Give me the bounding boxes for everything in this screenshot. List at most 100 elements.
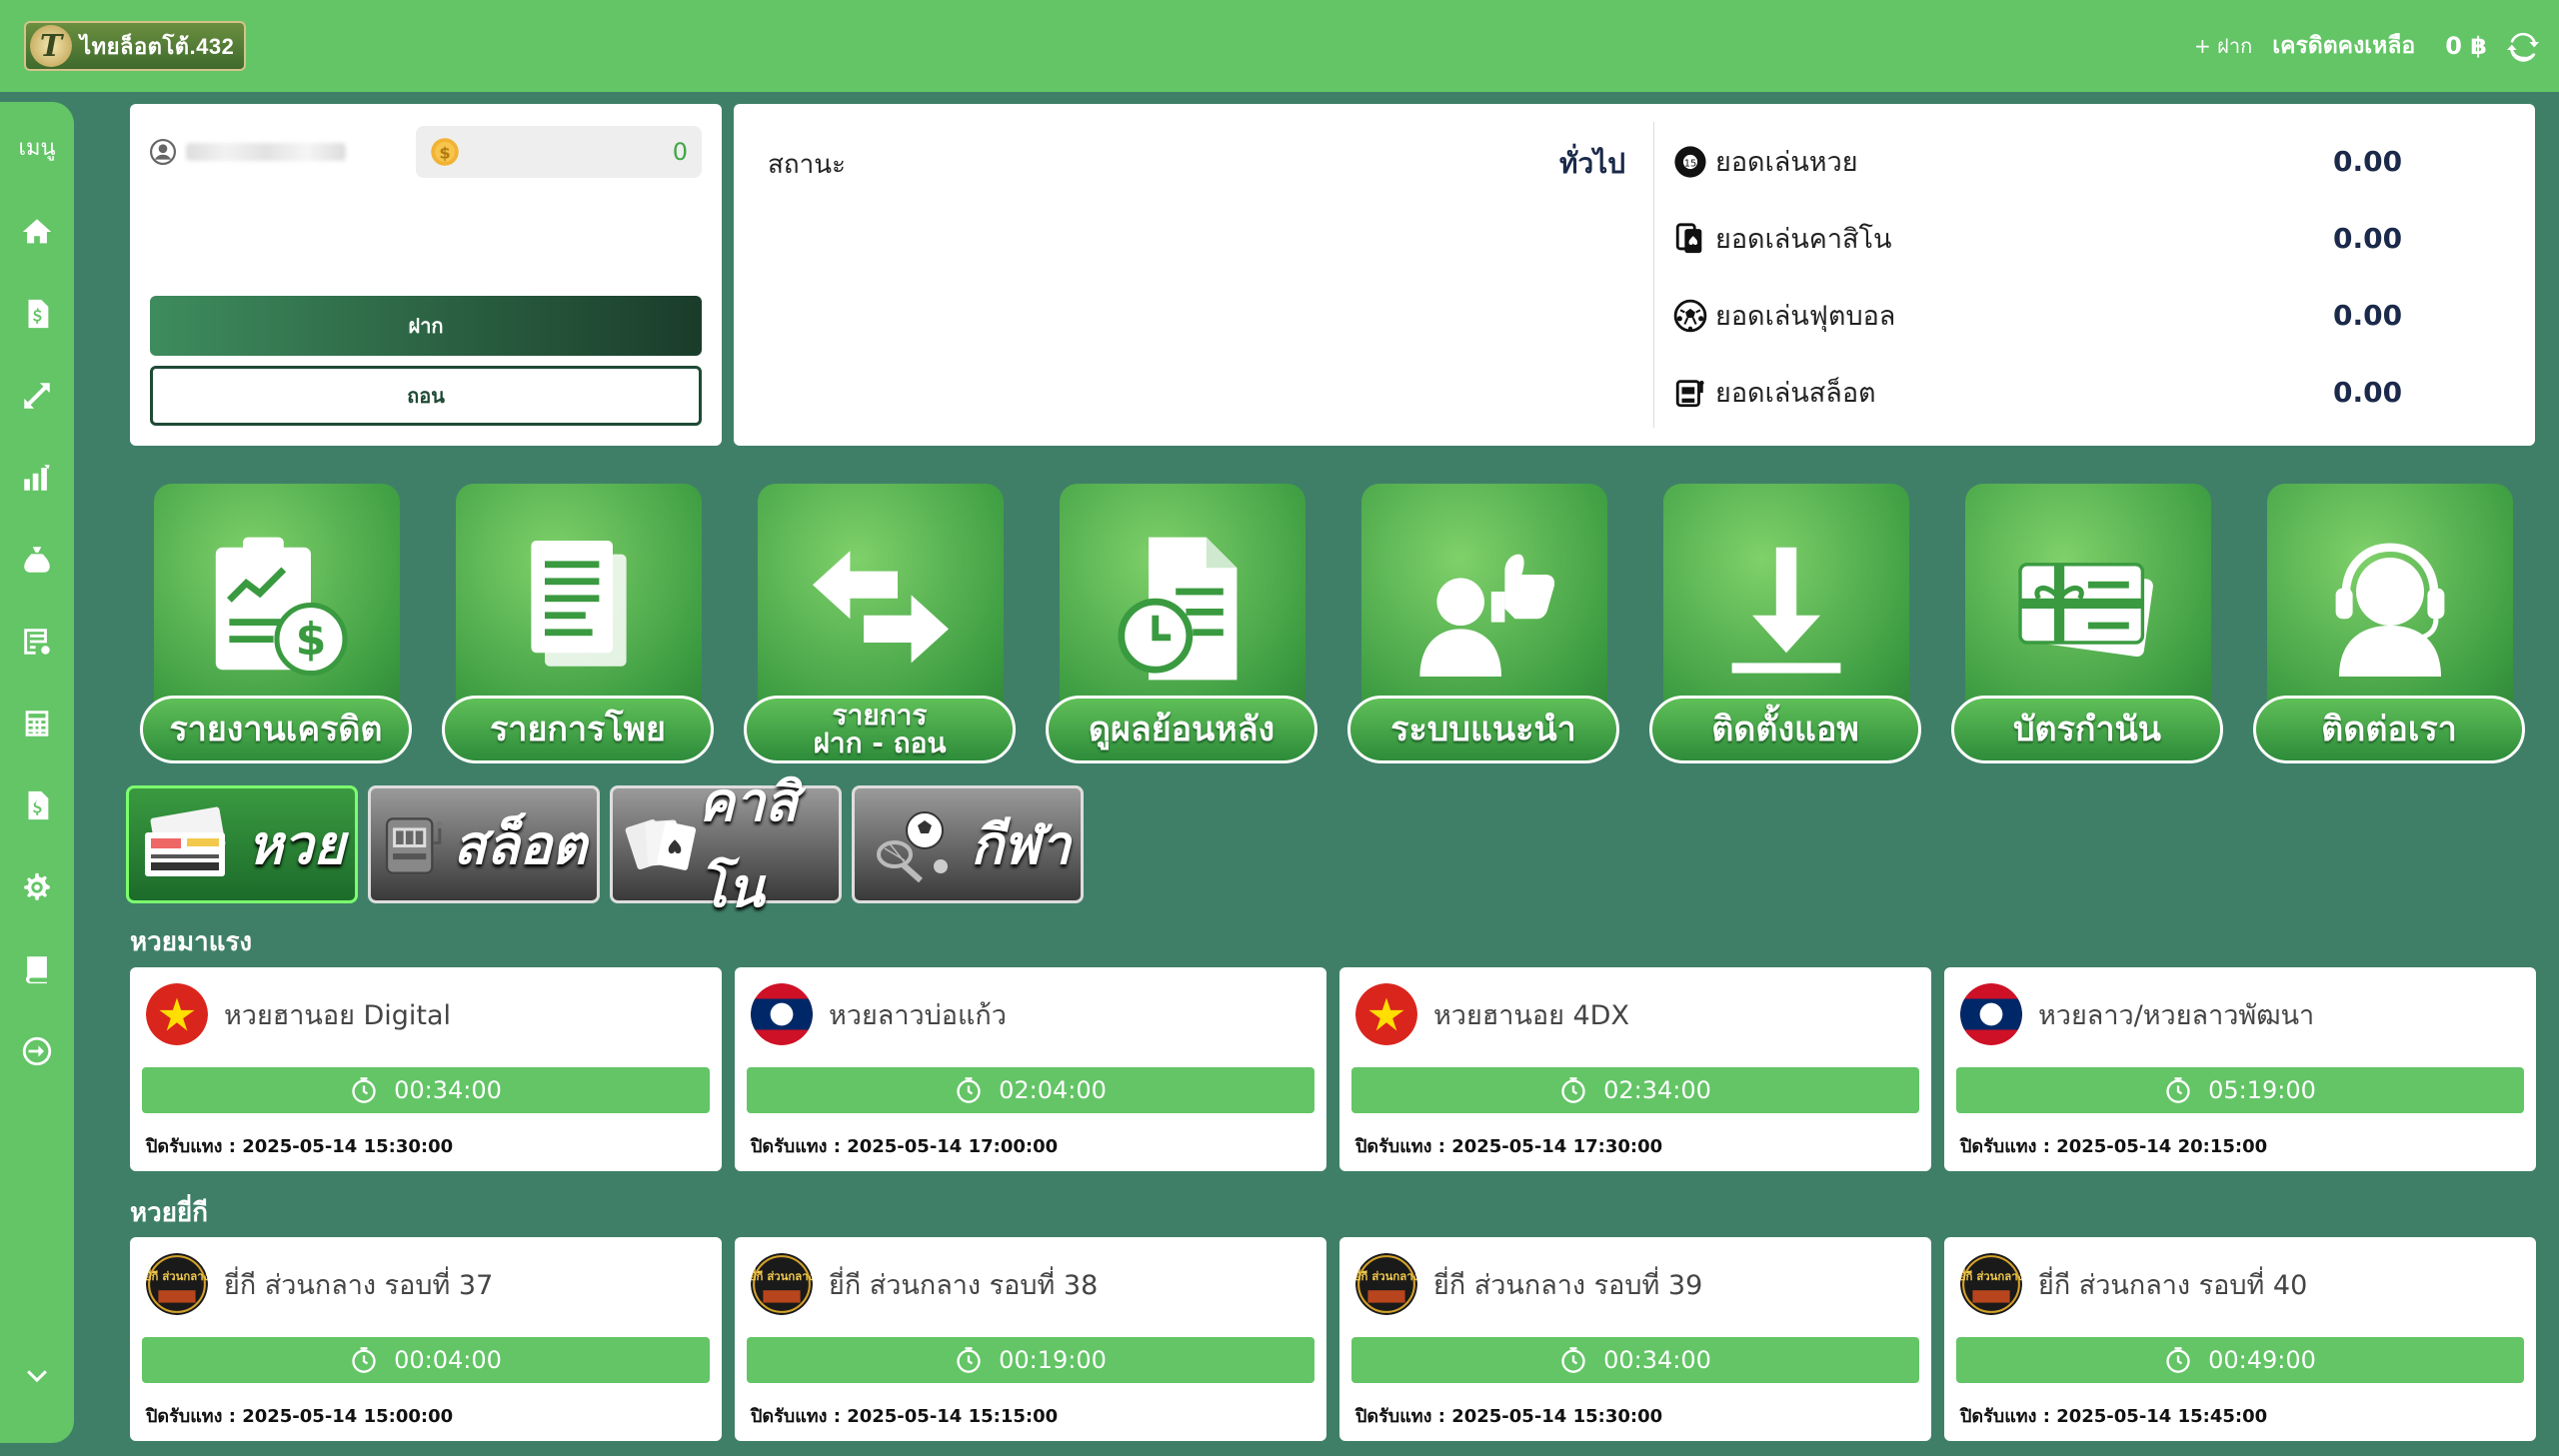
chart-icon[interactable] [19, 460, 55, 496]
yeekee-badge-text: ยี่กี ส่วนกลาง [1960, 1268, 2022, 1283]
status-card: สถานะ ทั่วไป 15 ยอดเล่นหวย 0.00 ยอดเล่นค… [734, 104, 2535, 446]
vietnam-flag-icon [1355, 983, 1417, 1045]
documents-icon [531, 541, 627, 667]
tile-history-results[interactable]: ดูผลย้อนหลัง [1046, 484, 1317, 763]
lotto-name: หวยฮานอย 4DX [1433, 999, 1629, 1031]
tab-lottery[interactable]: หวย [126, 785, 358, 903]
slot-machine-icon [1675, 379, 1704, 407]
lotto-card[interactable]: ยี่กี ส่วนกลาง ยี่กี ส่วนกลาง รอบที่ 37 … [130, 1237, 722, 1441]
lotto-name: หวยฮานอย Digital [224, 999, 452, 1031]
countdown-bar: 00:34:00 [142, 1067, 710, 1113]
tile-install-app[interactable]: ติดตั้งแอพ [1649, 484, 1921, 763]
countdown-bar: 02:34:00 [1351, 1067, 1919, 1113]
transfer-icon[interactable] [19, 378, 55, 414]
lottery-ball-icon: 15 [1674, 145, 1706, 178]
tile-label: ติดต่อเรา [2253, 696, 2525, 763]
logo-text: ไทยล็อตโต้.432 [80, 33, 235, 59]
tile-label: ดูผลย้อนหลัง [1046, 696, 1317, 763]
tile-credit-report[interactable]: $ รายงานเครดิต [140, 484, 412, 763]
countdown-text: 00:04:00 [394, 1346, 502, 1374]
balance-value: 0 [672, 138, 688, 166]
money-bag-icon[interactable] [19, 542, 55, 578]
tile-referral[interactable]: ระบบแนะนำ [1347, 484, 1619, 763]
playing-cards-icon [625, 818, 697, 870]
yeekee-badge-icon: ยี่กี ส่วนกลาง [751, 1253, 813, 1315]
chevron-down-icon[interactable] [19, 1360, 55, 1396]
lotto-name: หวยลาวบ่อแก้ว [829, 999, 1007, 1031]
tile-bet-list[interactable]: รายการโพย [442, 484, 714, 763]
laos-flag-icon [751, 983, 813, 1045]
tab-sports[interactable]: กีฬา [852, 785, 1084, 903]
lotto-card[interactable]: หวยฮานอย Digital 00:34:00 ปิดรับแทง : 20… [130, 967, 722, 1171]
tile-deposit-withdraw-list[interactable]: รายการ ฝาก - ถอน [744, 484, 1016, 763]
logo-mark-icon: T [30, 25, 72, 67]
header-deposit-link[interactable]: + ฝาก [2194, 30, 2252, 62]
countdown-bar: 02:04:00 [747, 1067, 1314, 1113]
lotto-card[interactable]: ยี่กี ส่วนกลาง ยี่กี ส่วนกลาง รอบที่ 38 … [735, 1237, 1326, 1441]
document-dollar-icon[interactable] [19, 787, 55, 823]
tile-gift-card[interactable]: บัตรกำนัน [1951, 484, 2223, 763]
lotto-card[interactable]: ยี่กี ส่วนกลาง ยี่กี ส่วนกลาง รอบที่ 39 … [1339, 1237, 1931, 1441]
top-bar: T ไทยล็อตโต้.432 + ฝาก เครดิตคงเหลือ 0 ฿ [0, 0, 2559, 92]
sports-icon [877, 811, 948, 883]
stat-row-slot: ยอดเล่นสล็อต 0.00 [1673, 371, 2402, 414]
status-divider [1653, 122, 1654, 428]
user-info [150, 139, 346, 165]
stat-value: 0.00 [2333, 145, 2403, 178]
lotto-name: ยี่กี ส่วนกลาง รอบที่ 37 [224, 1269, 494, 1301]
stat-row-lottery: 15 ยอดเล่นหวย 0.00 [1673, 140, 2402, 183]
close-time: ปิดรับแทง : 2025-05-14 15:15:00 [751, 1406, 1059, 1427]
balance-box: $ 0 [416, 126, 702, 178]
lotto-name: ยี่กี ส่วนกลาง รอบที่ 38 [829, 1269, 1099, 1301]
timer-icon [1561, 1347, 1585, 1373]
tile-label: บัตรกำนัน [1951, 696, 2223, 763]
tab-slot[interactable]: สล็อต [368, 785, 600, 903]
svg-text:$: $ [439, 143, 450, 162]
tile-label: ระบบแนะนำ [1347, 696, 1619, 763]
lottery-ticket-icon [145, 806, 226, 876]
profile-card: $ 0 ฝาก ถอน [130, 104, 722, 446]
soccer-ball-icon [1673, 299, 1707, 332]
header-credit-area: + ฝาก เครดิตคงเหลือ 0 ฿ [2194, 28, 2539, 64]
sidebar-menu-label[interactable]: เมนู [18, 130, 55, 165]
history-document-icon [1118, 537, 1238, 681]
menu-tiles: $ รายงานเครดิต รายการโพย รายการ ฝาก - ถอ… [140, 484, 2525, 763]
stat-label: ยอดเล่นสล็อต [1715, 378, 1876, 409]
game-tabs: หวย สล็อต คาสิโน กีฬา [126, 770, 1084, 919]
download-icon [1731, 547, 1841, 674]
lotto-name: ยี่กี ส่วนกลาง รอบที่ 39 [1433, 1269, 1703, 1301]
lotto-card[interactable]: ยี่กี ส่วนกลาง ยี่กี ส่วนกลาง รอบที่ 40 … [1944, 1237, 2536, 1441]
lotto-card[interactable]: หวยฮานอย 4DX 02:34:00 ปิดรับแทง : 2025-0… [1339, 967, 1931, 1171]
stat-value: 0.00 [2333, 222, 2403, 255]
list-icon[interactable] [19, 624, 55, 660]
stat-value: 0.00 [2333, 299, 2403, 332]
deposit-button[interactable]: ฝาก [150, 296, 702, 356]
tile-label: รายการโพย [442, 696, 714, 763]
lotto-card[interactable]: หวยลาว/หวยลาวพัฒนา 05:19:00 ปิดรับแทง : … [1944, 967, 2536, 1171]
slot-machine-icon [385, 817, 444, 874]
tab-casino[interactable]: คาสิโน [610, 770, 842, 919]
bill-icon[interactable] [19, 296, 55, 332]
refresh-icon[interactable] [2507, 30, 2539, 62]
vietnam-flag-icon [146, 983, 208, 1045]
site-logo[interactable]: T ไทยล็อตโต้.432 [24, 21, 247, 71]
lotto-card[interactable]: หวยลาวบ่อแก้ว 02:04:00 ปิดรับแทง : 2025-… [735, 967, 1326, 1171]
close-time: ปิดรับแทง : 2025-05-14 17:30:00 [1355, 1136, 1663, 1157]
status-label: สถานะ [768, 150, 846, 180]
book-icon[interactable] [19, 951, 55, 987]
tile-label: รายการ ฝาก - ถอน [744, 696, 1016, 763]
lotto-name: ยี่กี ส่วนกลาง รอบที่ 40 [2038, 1269, 2308, 1301]
referral-icon [1419, 554, 1555, 677]
stat-label: ยอดเล่นคาสิโน [1715, 224, 1892, 255]
username-redacted [186, 143, 346, 161]
calculator-icon[interactable] [19, 706, 55, 741]
withdraw-button[interactable]: ถอน [150, 366, 702, 426]
close-time: ปิดรับแทง : 2025-05-14 20:15:00 [1960, 1136, 2268, 1157]
settings-icon[interactable] [19, 869, 55, 905]
logout-icon[interactable] [19, 1033, 55, 1069]
home-icon[interactable] [19, 214, 55, 250]
countdown-bar: 00:04:00 [142, 1337, 710, 1383]
tile-contact-us[interactable]: ติดต่อเรา [2253, 484, 2525, 763]
sidebar: เมนู [0, 102, 74, 1443]
tab-label: กีฬา [971, 813, 1071, 876]
